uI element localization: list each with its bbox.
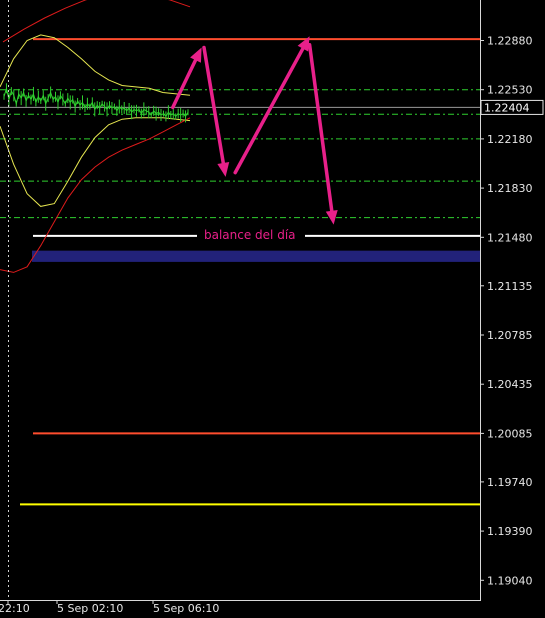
chart-svg: balance del día 1.22880 1.22530 1.22180 1.2… bbox=[0, 0, 545, 615]
x-tick-label: 5 Sep 06:10 bbox=[153, 602, 219, 614]
y-tick-label: 1.19740 bbox=[487, 476, 533, 489]
y-tick-label: 1.20435 bbox=[487, 378, 533, 391]
y-tick-label: 1.22180 bbox=[487, 133, 533, 146]
y-tick-label: 1.21830 bbox=[487, 182, 533, 195]
navy-zone bbox=[32, 250, 480, 262]
y-tick-label: 1.19390 bbox=[487, 525, 533, 538]
x-tick-label: 22:10 bbox=[0, 602, 30, 614]
y-tick-label: 1.21480 bbox=[487, 231, 533, 244]
y-tick-label: 1.20785 bbox=[487, 329, 533, 342]
chart: balance del día 1.22880 1.22530 1.22180 1.2… bbox=[0, 0, 545, 615]
y-tick-label: 1.22530 bbox=[487, 84, 533, 97]
y-tick-label: 1.22880 bbox=[487, 35, 533, 48]
y-tick-label: 1.19040 bbox=[487, 574, 533, 587]
x-tick-label: 5 Sep 02:10 bbox=[57, 602, 123, 614]
current-price-label: 1.22404 bbox=[484, 101, 530, 114]
annotation-text: balance del día bbox=[204, 228, 296, 242]
y-tick-label: 1.20085 bbox=[487, 427, 533, 440]
y-tick-label: 1.21135 bbox=[487, 280, 533, 293]
